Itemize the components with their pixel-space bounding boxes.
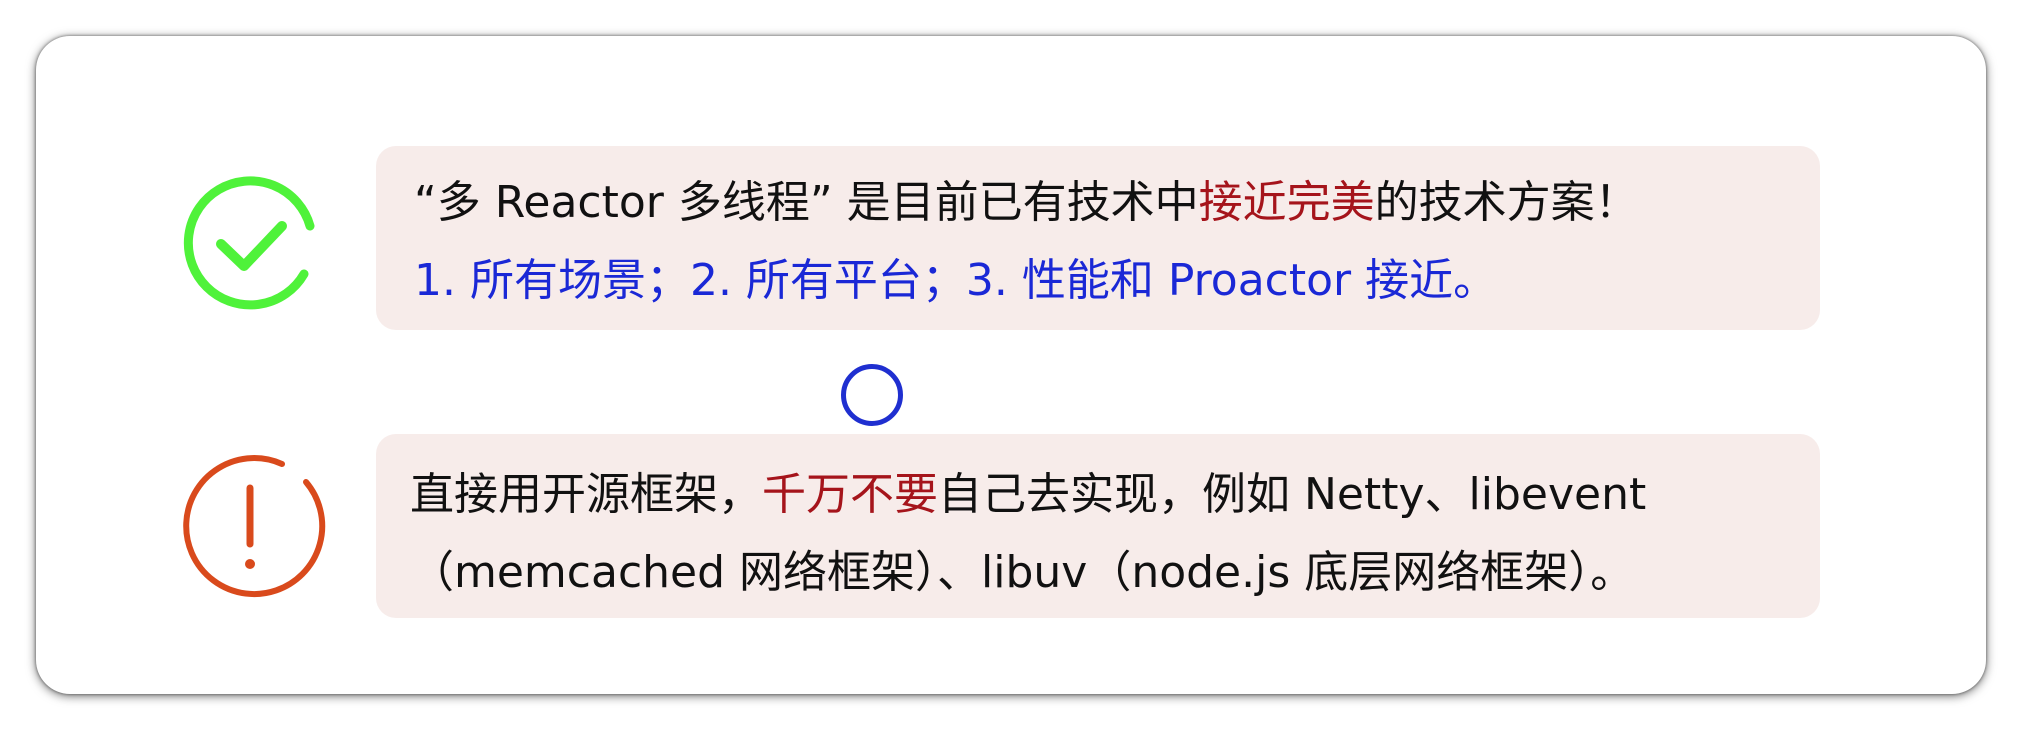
recommendation-note: “多 Reactor 多线程” 是目前已有技术中接近完美的技术方案！ 1. 所有… <box>376 146 1820 330</box>
highlight-text: 接近完美 <box>1198 177 1375 228</box>
slide-card: “多 Reactor 多线程” 是目前已有技术中接近完美的技术方案！ 1. 所有… <box>36 36 1986 694</box>
highlight-text: 千万不要 <box>762 469 938 520</box>
check-circle-icon <box>176 166 326 316</box>
recommendation-line-2: 1. 所有场景；2. 所有平台；3. 性能和 Proactor 接近。 <box>414 255 1498 306</box>
recommendation-text: “多 Reactor 多线程” 是目前已有技术中 <box>414 177 1199 228</box>
screen: “多 Reactor 多线程” 是目前已有技术中接近完美的技术方案！ 1. 所有… <box>0 0 2022 730</box>
warning-note: 直接用开源框架，千万不要自己去实现，例如 Netty、libevent （mem… <box>376 434 1820 618</box>
warning-text-end: 自己去实现，例如 Netty、libevent <box>938 469 1647 520</box>
recommendation-text-end: 的技术方案！ <box>1374 177 1639 228</box>
pointer-cursor <box>841 364 903 426</box>
recommendation-line-1: “多 Reactor 多线程” 是目前已有技术中接近完美的技术方案！ <box>414 164 1820 242</box>
warning-line-2: （memcached 网络框架）、libuv（node.js 底层网络框架）。 <box>410 547 1635 598</box>
warning-text: 直接用开源框架， <box>410 469 762 520</box>
exclamation-circle-icon <box>174 448 328 602</box>
warning-line-1: 直接用开源框架，千万不要自己去实现，例如 Netty、libevent <box>410 456 1820 534</box>
